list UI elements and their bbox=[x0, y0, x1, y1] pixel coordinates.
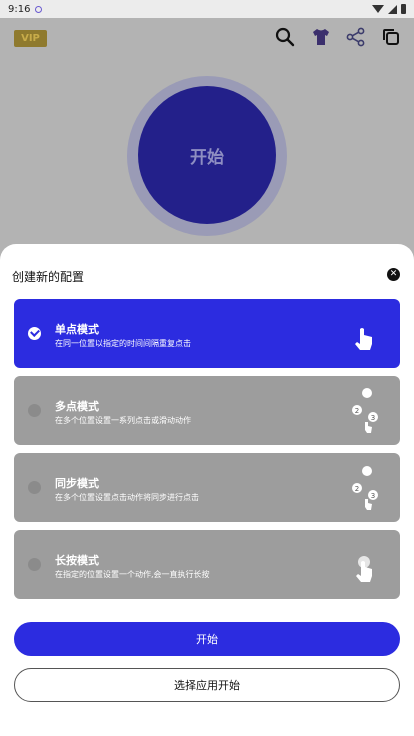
choose-app-start-button[interactable]: 选择应用开始 bbox=[14, 668, 400, 702]
long-press-icon bbox=[356, 556, 372, 582]
mode-title: 长按模式 bbox=[55, 554, 99, 567]
single-tap-icon bbox=[355, 328, 372, 350]
status-time: 9:16 bbox=[8, 3, 31, 15]
mode-title: 多点模式 bbox=[55, 400, 99, 413]
mode-title: 同步模式 bbox=[55, 477, 99, 490]
mode-option-long-press[interactable]: 长按模式 在指定的位置设置一个动作,会一直执行长按 bbox=[14, 530, 400, 599]
radio-unchecked-icon bbox=[28, 481, 41, 494]
shirt-theme-icon[interactable] bbox=[310, 26, 332, 48]
mode-description: 在多个位置设置一系列点击或滑动动作 bbox=[55, 416, 191, 425]
mode-option-multi[interactable]: 多点模式 在多个位置设置一系列点击或滑动动作 2 3 bbox=[14, 376, 400, 445]
mode-description: 在指定的位置设置一个动作,会一直执行长按 bbox=[55, 570, 210, 579]
radio-checked-icon bbox=[28, 327, 41, 340]
search-icon[interactable] bbox=[274, 26, 296, 48]
sync-tap-icon: 2 3 bbox=[352, 466, 378, 510]
sheet-title: 创建新的配置 bbox=[12, 270, 85, 284]
multi-tap-icon: 2 3 bbox=[352, 388, 378, 433]
wifi-icon bbox=[372, 5, 384, 13]
status-bar: 9:16 bbox=[0, 0, 414, 18]
signal-icon bbox=[388, 4, 397, 14]
close-icon[interactable]: ✕ bbox=[387, 268, 400, 281]
start-button[interactable]: 开始 bbox=[14, 622, 400, 656]
copy-icon[interactable] bbox=[380, 26, 402, 48]
svg-text:2: 2 bbox=[355, 485, 359, 493]
svg-text:2: 2 bbox=[355, 407, 359, 415]
vip-badge[interactable]: VIP bbox=[14, 30, 47, 47]
mode-description: 在多个位置设置点击动作将同步进行点击 bbox=[55, 493, 199, 502]
top-bar: VIP bbox=[0, 22, 414, 54]
mode-option-single[interactable]: 单点模式 在同一位置以指定的时间间隔重复点击 bbox=[14, 299, 400, 368]
main-start-button[interactable]: 开始 bbox=[138, 86, 276, 224]
notification-icon bbox=[35, 5, 43, 13]
battery-icon bbox=[401, 4, 406, 14]
share-icon[interactable] bbox=[345, 26, 367, 48]
mode-title: 单点模式 bbox=[55, 323, 99, 336]
create-config-sheet: 创建新的配置 ✕ 单点模式 在同一位置以指定的时间间隔重复点击 多点模式 在多个… bbox=[0, 244, 414, 736]
radio-unchecked-icon bbox=[28, 404, 41, 417]
svg-text:3: 3 bbox=[371, 492, 375, 500]
mode-description: 在同一位置以指定的时间间隔重复点击 bbox=[55, 339, 191, 348]
radio-unchecked-icon bbox=[28, 558, 41, 571]
mode-option-sync[interactable]: 同步模式 在多个位置设置点击动作将同步进行点击 2 3 bbox=[14, 453, 400, 522]
svg-text:3: 3 bbox=[371, 414, 375, 422]
